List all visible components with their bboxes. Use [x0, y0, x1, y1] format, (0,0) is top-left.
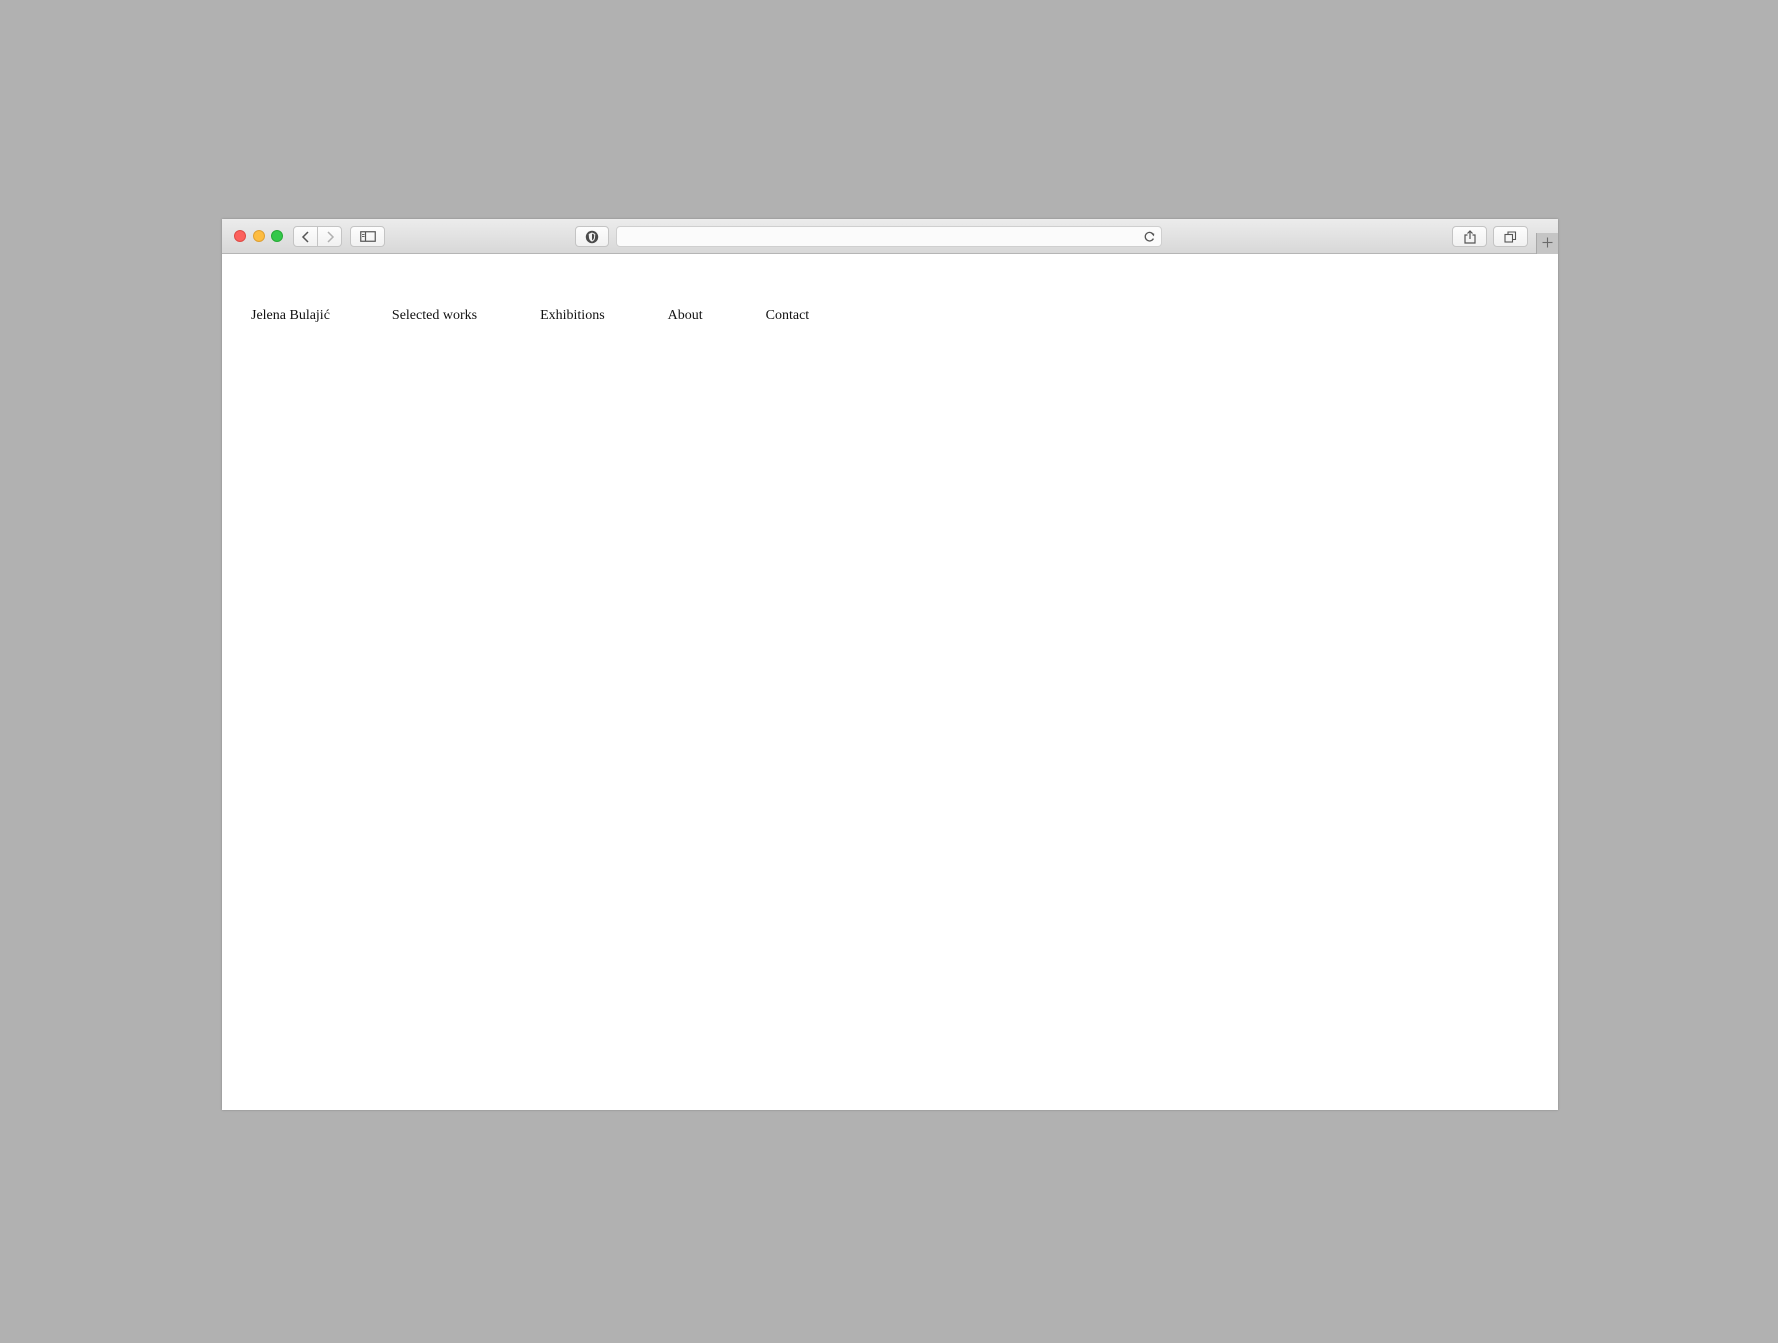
reload-icon[interactable] — [1143, 230, 1156, 248]
share-button[interactable] — [1452, 226, 1487, 247]
share-icon — [1463, 229, 1476, 244]
tab-overview-icon — [1504, 230, 1517, 243]
privacy-button[interactable] — [575, 226, 609, 247]
new-tab-button[interactable] — [1536, 233, 1558, 254]
sidebar-button[interactable] — [350, 226, 385, 247]
browser-toolbar — [222, 219, 1558, 254]
chevron-left-icon — [301, 230, 311, 243]
site-title-link[interactable]: Jelena Bulajić — [251, 309, 330, 323]
nav-link-selected-works[interactable]: Selected works — [392, 309, 477, 323]
site-navigation: Jelena Bulajić Selected works Exhibition… — [251, 309, 809, 323]
nav-link-about[interactable]: About — [668, 309, 703, 323]
browser-window: Jelena Bulajić Selected works Exhibition… — [222, 219, 1558, 1110]
address-bar[interactable] — [616, 226, 1162, 247]
back-button[interactable] — [293, 226, 318, 247]
forward-button[interactable] — [317, 226, 342, 247]
plus-icon — [1542, 235, 1553, 253]
privacy-report-icon — [585, 230, 599, 244]
tab-overview-button[interactable] — [1493, 226, 1528, 247]
sidebar-icon — [359, 231, 376, 242]
nav-link-contact[interactable]: Contact — [766, 309, 810, 323]
nav-link-exhibitions[interactable]: Exhibitions — [540, 309, 605, 323]
minimize-window-button[interactable] — [253, 230, 265, 242]
zoom-window-button[interactable] — [271, 230, 283, 242]
close-window-button[interactable] — [234, 230, 246, 242]
chevron-right-icon — [325, 230, 335, 243]
